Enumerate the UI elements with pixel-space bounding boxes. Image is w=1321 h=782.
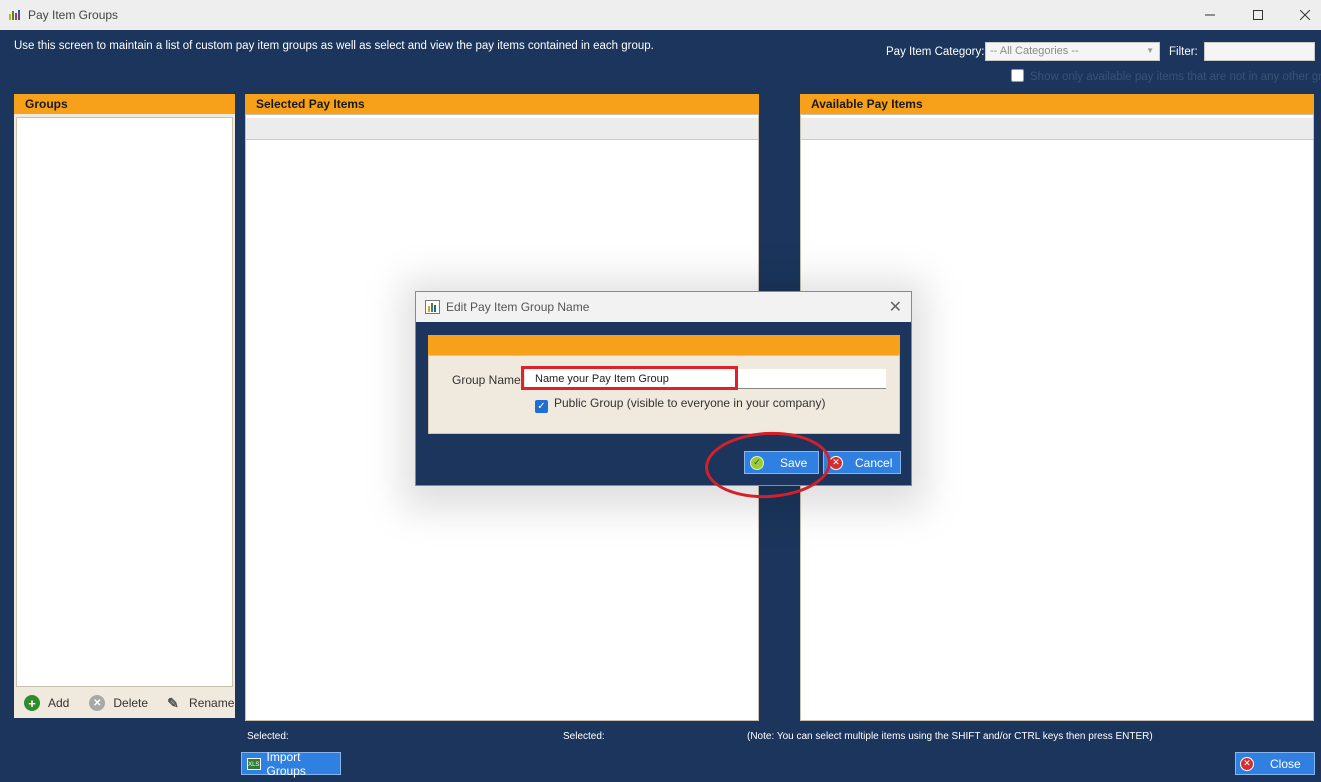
dialog-header-bar (428, 335, 900, 355)
filter-input[interactable] (1204, 42, 1315, 61)
available-items-header: Available Pay Items (800, 94, 1314, 114)
dialog-app-icon (425, 300, 440, 314)
add-icon: + (24, 695, 40, 711)
multi-select-note: (Note: You can select multiple items usi… (747, 731, 1153, 742)
edit-group-name-dialog: Edit Pay Item Group Name ✕ Group Name: N… (415, 291, 912, 486)
selected-count-mid: Selected: (563, 731, 605, 742)
show-only-available-option[interactable]: Show only available pay items that are n… (1011, 69, 1321, 83)
intro-text: Use this screen to maintain a list of cu… (14, 40, 654, 52)
group-name-label: Group Name: (452, 373, 525, 387)
selected-items-column-header (246, 118, 758, 140)
app-icon (9, 10, 20, 20)
available-items-column-header (801, 118, 1313, 140)
close-icon (1300, 10, 1310, 20)
category-select-value: -- All Categories -- (990, 45, 1079, 57)
show-only-checkbox[interactable] (1011, 69, 1024, 82)
dialog-form: Group Name: Name your Pay Item Group ✓ Pu… (428, 355, 900, 434)
import-groups-label: Import Groups (266, 749, 306, 778)
show-only-label: Show only available pay items that are n… (1030, 71, 1321, 83)
groups-header: Groups (14, 94, 235, 114)
minimize-button[interactable] (1187, 0, 1233, 30)
selected-count-left: Selected: (247, 731, 289, 742)
add-group-button[interactable]: + Add (24, 695, 69, 711)
groups-toolbar: + Add ✕ Delete ✎ Rename (14, 688, 235, 718)
xls-icon: XLS (247, 757, 261, 770)
cancel-icon: ✕ (829, 455, 843, 470)
public-group-option[interactable]: ✓ Public Group (visible to everyone in yo… (535, 396, 825, 413)
dropdown-arrow-icon: ▼ (1146, 46, 1154, 55)
close-circle-icon: ✕ (1240, 756, 1254, 771)
rename-group-button[interactable]: ✎ Rename (165, 695, 234, 711)
delete-icon: ✕ (89, 695, 106, 711)
window-titlebar: Pay Item Groups (0, 0, 1321, 30)
selected-items-header: Selected Pay Items (245, 94, 759, 114)
dialog-titlebar: Edit Pay Item Group Name ✕ (416, 292, 911, 322)
public-group-checkbox[interactable]: ✓ (535, 400, 548, 413)
public-group-label: Public Group (visible to everyone in you… (554, 396, 826, 410)
close-label: Close (1270, 756, 1301, 771)
groups-list[interactable] (16, 117, 233, 687)
close-window-button[interactable] (1282, 0, 1321, 30)
rename-label: Rename (189, 696, 235, 710)
category-select[interactable]: -- All Categories -- ▼ (985, 42, 1160, 61)
cancel-label: Cancel (855, 455, 893, 470)
import-groups-button[interactable]: XLS Import Groups (241, 749, 341, 778)
delete-label: Delete (113, 696, 149, 710)
window-title: Pay Item Groups (28, 8, 119, 22)
cancel-button[interactable]: ✕ Cancel (823, 451, 901, 474)
close-button[interactable]: ✕ Close (1235, 752, 1315, 775)
dialog-close-icon[interactable]: ✕ (889, 297, 902, 317)
delete-group-button[interactable]: ✕ Delete (89, 695, 148, 711)
minimize-icon (1205, 14, 1215, 16)
dialog-title: Edit Pay Item Group Name (446, 300, 590, 314)
filter-label: Filter: (1169, 46, 1198, 58)
maximize-button[interactable] (1235, 0, 1281, 30)
group-name-annotation-box (521, 366, 738, 390)
category-label: Pay Item Category: (886, 46, 985, 58)
add-label: Add (48, 696, 70, 710)
pencil-icon: ✎ (167, 694, 179, 711)
maximize-icon (1253, 10, 1263, 20)
